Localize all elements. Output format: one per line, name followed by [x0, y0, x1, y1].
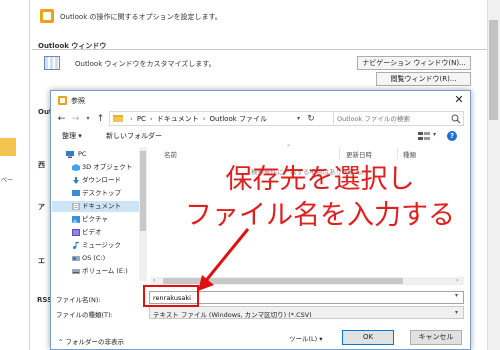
- breadcrumb-pc[interactable]: PC: [137, 115, 146, 123]
- nav-item-label: ドキュメント: [82, 202, 121, 210]
- pc-icon: [66, 151, 74, 158]
- breadcrumb-separator: ›: [149, 115, 153, 123]
- nav-item-label: PC: [78, 150, 87, 158]
- close-button[interactable]: ✕: [449, 92, 469, 108]
- breadcrumb-documents[interactable]: ドキュメント: [157, 115, 199, 123]
- reading-window-button[interactable]: 閲覧ウィンドウ(R)...: [376, 72, 471, 86]
- nav-item-os-c[interactable]: OS (C:): [52, 253, 142, 264]
- address-dropdown-chevron-icon[interactable]: ▾: [294, 113, 303, 125]
- options-header-icon: [40, 9, 54, 23]
- nav-item-documents[interactable]: ドキュメント: [52, 201, 142, 212]
- pictures-icon: [72, 216, 80, 223]
- column-header-name[interactable]: 名前: [164, 149, 177, 159]
- view-options-chevron-icon[interactable]: ▾: [433, 131, 436, 138]
- folder-icon: [113, 115, 123, 122]
- search-box[interactable]: [333, 111, 464, 126]
- sidebar-text: ベー: [1, 177, 14, 184]
- breadcrumb: › PC › ドキュメント › Outlook ファイル: [126, 114, 267, 124]
- dialog-title: 参照: [71, 97, 85, 105]
- search-input[interactable]: [337, 113, 449, 124]
- column-divider[interactable]: [339, 147, 340, 159]
- video-icon: [72, 229, 80, 236]
- options-header-text: Outlook の操作に関するオプションを設定します。: [60, 13, 222, 21]
- annotation-arrow-icon: [198, 228, 250, 291]
- column-header-type[interactable]: 種類: [403, 149, 416, 159]
- tools-menu[interactable]: ツール(L) ▾: [289, 333, 323, 343]
- cancel-button[interactable]: キャンセル: [410, 330, 462, 345]
- ok-button[interactable]: OK: [342, 330, 394, 345]
- nav-item-label: ピクチャ: [82, 215, 108, 223]
- navigation-pane: PC 3D オブジェクト ダウンロード デスクトップ ドキュメント ピクチャ ビ…: [52, 147, 149, 281]
- download-icon: [73, 177, 79, 184]
- filetype-label: ファイルの種類(T):: [56, 311, 113, 319]
- new-folder-button[interactable]: 新しいフォルダー: [106, 131, 162, 141]
- navigation-window-button[interactable]: ナビゲーション ウィンドウ(N)...: [357, 56, 471, 70]
- 3d-objects-icon: [72, 164, 80, 171]
- nav-item-downloads[interactable]: ダウンロード: [52, 175, 142, 186]
- back-arrow-icon[interactable]: ←: [56, 113, 67, 125]
- filetype-chevron-icon[interactable]: ▾: [455, 309, 458, 316]
- breadcrumb-outlook-files[interactable]: Outlook ファイル: [210, 115, 267, 123]
- up-arrow-icon[interactable]: ↑: [95, 113, 106, 125]
- search-icon[interactable]: [451, 114, 461, 124]
- side-label-2: 西: [38, 161, 45, 169]
- nav-item-label: ミュージック: [82, 241, 121, 249]
- nav-item-music[interactable]: ミュージック: [52, 240, 142, 251]
- column-header-date[interactable]: 更新日時: [346, 149, 372, 159]
- nav-item-label: ボリューム (E:): [82, 267, 128, 275]
- documents-icon: [72, 203, 80, 210]
- filetype-value: テキスト ファイル (Windows, カンマ区切り) (*.CSV): [153, 311, 312, 319]
- options-scrollbar-thumb[interactable]: [489, 20, 498, 120]
- drive-icon: [72, 269, 80, 274]
- help-icon[interactable]: ?: [447, 131, 457, 141]
- side-label-3: ア: [38, 203, 45, 211]
- window-layout-icon: [44, 56, 60, 70]
- breadcrumb-separator: ›: [130, 115, 133, 123]
- recent-locations-chevron-icon[interactable]: ▾: [84, 113, 92, 125]
- scroll-left-icon[interactable]: ‹: [153, 277, 155, 284]
- organize-menu[interactable]: 整理 ▾: [62, 131, 82, 141]
- chevron-up-icon: ⌃: [58, 338, 66, 346]
- nav-item-label: ビデオ: [82, 228, 102, 236]
- drive-icon: [72, 256, 80, 261]
- side-label-4: エ: [38, 257, 45, 265]
- nav-item-pictures[interactable]: ピクチャ: [52, 214, 142, 225]
- outlook-icon: [58, 96, 67, 105]
- nav-item-label: OS (C:): [82, 254, 106, 262]
- nav-item-label: ダウンロード: [82, 176, 121, 184]
- instruction-annotation: 保存先を選択し ファイル名を入力する: [140, 162, 500, 234]
- breadcrumb-separator: ›: [202, 115, 206, 123]
- section-title: Outlook ウィンドウ: [38, 42, 107, 50]
- nav-item-label: 3D オブジェクト: [82, 163, 133, 171]
- annotation-line-1: 保存先を選択し: [225, 164, 415, 195]
- filename-label: ファイル名(N):: [56, 296, 101, 304]
- nav-item-desktop[interactable]: デスクトップ: [52, 188, 142, 199]
- nav-item-volume-e[interactable]: ボリューム (E:): [52, 266, 142, 277]
- customize-text: Outlook ウィンドウをカスタマイズします。: [75, 60, 216, 68]
- dialog-toolbar: 整理 ▾ 新しいフォルダー ▾ ?: [51, 129, 470, 143]
- nav-item-label: デスクトップ: [82, 189, 121, 197]
- sidebar-selected-tab[interactable]: [0, 138, 16, 156]
- filename-highlight-box: [143, 285, 199, 307]
- filename-chevron-icon[interactable]: ▾: [455, 292, 458, 299]
- hide-folders-toggle[interactable]: ⌃ フォルダーの非表示: [58, 336, 124, 346]
- nav-item-videos[interactable]: ビデオ: [52, 227, 142, 238]
- file-list-header: 名前 ⌃ 更新日時 種類: [151, 144, 464, 159]
- nav-item-3d-objects[interactable]: 3D オブジェクト: [52, 162, 142, 173]
- hide-folders-label: フォルダーの非表示: [65, 338, 125, 346]
- column-divider[interactable]: [397, 147, 398, 159]
- scroll-right-icon[interactable]: ›: [456, 277, 458, 284]
- sort-chevron-icon: ⌃: [286, 144, 292, 151]
- music-icon: [73, 242, 79, 249]
- desktop-icon: [72, 190, 80, 196]
- dialog-titlebar: 参照 ✕: [51, 91, 470, 109]
- view-options-icon[interactable]: [416, 130, 432, 142]
- forward-arrow-icon[interactable]: →: [70, 113, 81, 125]
- refresh-icon[interactable]: ↻: [306, 113, 316, 125]
- nav-item-pc[interactable]: PC: [52, 149, 142, 160]
- filetype-select[interactable]: テキスト ファイル (Windows, カンマ区切り) (*.CSV) ▾: [149, 306, 464, 319]
